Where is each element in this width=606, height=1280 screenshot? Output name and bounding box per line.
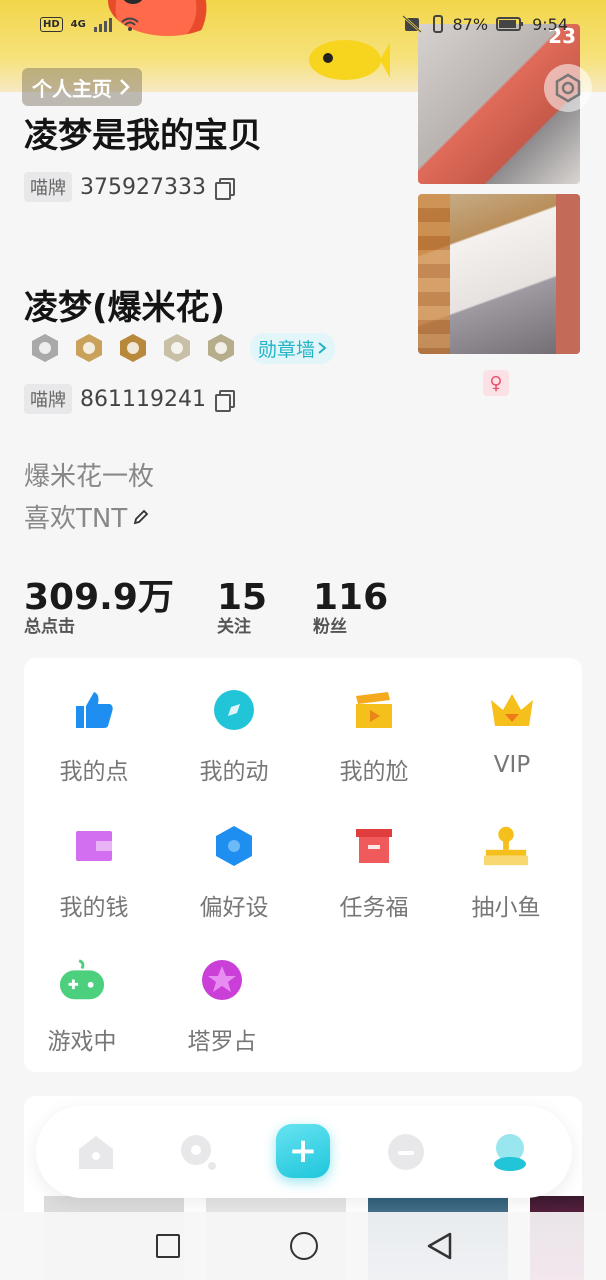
badge-icon[interactable] — [116, 332, 150, 364]
grid-label: 游戏中 — [47, 1029, 117, 1055]
grid-item-moments[interactable]: 我的动 — [164, 686, 304, 786]
home-page-label: 个人主页 — [32, 76, 112, 101]
grid-item-preferences[interactable]: 偏好设 — [164, 822, 304, 922]
gift-box-icon — [350, 822, 398, 870]
chevron-right-icon — [120, 79, 130, 95]
pencil-icon[interactable] — [131, 507, 151, 527]
grid-label: 我的点 — [59, 759, 129, 785]
badge-icon[interactable] — [160, 332, 194, 364]
feature-grid-card: 我的点 我的动 我的尬 VIP 我的钱 偏好设 任务福 抽小鱼 游戏中 塔罗占 — [24, 658, 582, 1072]
tab-discover[interactable] — [176, 1130, 220, 1174]
grid-label: 塔罗占 — [187, 1029, 257, 1055]
network-type: 4G — [70, 18, 86, 30]
vibrate-icon — [432, 15, 443, 33]
grid-item-likes[interactable]: 我的点 — [24, 686, 164, 786]
grid-label: VIP — [493, 752, 531, 778]
gamepad-icon — [58, 956, 106, 1004]
badge-icon[interactable] — [28, 332, 62, 364]
id-row: 喵牌 861119241 — [24, 384, 235, 414]
hexagon-settings-icon — [210, 822, 258, 870]
stat-following[interactable]: 15 关注 — [217, 578, 267, 638]
stat-total-clicks[interactable]: 309.9万 总点击 — [24, 578, 174, 638]
profile-tab-icon — [494, 1134, 526, 1171]
clock: 9:54 — [532, 14, 568, 34]
recent-apps-button[interactable] — [156, 1234, 180, 1258]
fish-trophy-icon — [482, 822, 530, 870]
medal-wall-button[interactable]: 勋章墙 — [250, 332, 336, 364]
grid-label: 我的尬 — [339, 759, 409, 785]
grid-label: 我的动 — [199, 759, 269, 785]
grid-label: 偏好设 — [199, 895, 269, 921]
battery-icon — [496, 17, 524, 31]
bio: 爆米花一枚 喜欢TNT — [24, 456, 154, 540]
hd-indicator: HD — [40, 16, 63, 32]
stat-fans[interactable]: 116 粉丝 — [313, 578, 388, 638]
wallet-icon — [70, 822, 118, 870]
settings-button[interactable] — [544, 64, 592, 112]
compass-icon — [210, 686, 258, 734]
tab-messages[interactable] — [384, 1130, 428, 1174]
copy-icon[interactable] — [214, 389, 235, 412]
id-number: 375927333 — [80, 174, 206, 200]
medal-wall-label: 勋章墙 — [258, 338, 316, 361]
gear-icon — [555, 73, 581, 103]
search-icon — [181, 1135, 216, 1170]
chevron-right-icon — [318, 342, 327, 354]
id-row-primary: 喵牌 375927333 — [24, 172, 235, 202]
home-page-button[interactable]: 个人主页 — [22, 68, 142, 106]
stats-row: 309.9万 总点击 15 关注 116 粉丝 — [24, 578, 584, 638]
id-label: 喵牌 — [24, 172, 72, 202]
status-bar: HD 4G 87% 9:54 — [0, 0, 606, 48]
back-button[interactable] — [426, 1232, 454, 1260]
bio-line-text: 喜欢TNT — [24, 504, 128, 534]
badge-row: 勋章墙 — [28, 332, 336, 364]
grid-item-awkward[interactable]: 我的尬 — [304, 686, 444, 786]
grid-item-gaming[interactable]: 游戏中 — [12, 956, 152, 1056]
grid-label: 我的钱 — [59, 895, 129, 921]
home-icon — [79, 1136, 113, 1169]
bio-line: 喜欢TNT — [24, 498, 154, 540]
create-button[interactable]: + — [276, 1124, 330, 1178]
grid-item-draw-fish[interactable]: 抽小鱼 — [436, 822, 576, 922]
system-navigation-bar — [0, 1212, 606, 1280]
grid-label: 任务福 — [339, 895, 409, 921]
thumbs-up-icon — [70, 686, 118, 734]
id-number: 861119241 — [80, 386, 206, 412]
signal-icon — [93, 16, 112, 32]
sim-off-icon — [401, 15, 422, 33]
crown-icon — [488, 686, 536, 734]
tarot-ball-icon — [198, 956, 246, 1004]
bio-line: 爆米花一枚 — [24, 462, 155, 492]
home-button[interactable] — [290, 1232, 318, 1260]
id-label: 喵牌 — [24, 384, 72, 414]
battery-percent: 87% — [452, 14, 489, 34]
copy-icon[interactable] — [214, 177, 235, 200]
account-name-primary: 凌梦是我的宝贝 — [24, 116, 262, 156]
grid-item-wallet[interactable]: 我的钱 — [24, 822, 164, 922]
grid-item-tarot[interactable]: 塔罗占 — [152, 956, 292, 1056]
clapperboard-icon — [350, 686, 398, 734]
grid-item-task-rewards[interactable]: 任务福 — [304, 822, 444, 922]
grid-label: 抽小鱼 — [471, 895, 541, 921]
wifi-icon — [121, 17, 139, 31]
badge-icon[interactable] — [204, 332, 238, 364]
profile-photo-2[interactable] — [418, 194, 580, 354]
tab-home[interactable] — [74, 1130, 118, 1174]
grid-item-vip[interactable]: VIP — [442, 686, 582, 778]
badge-icon[interactable] — [72, 332, 106, 364]
female-icon: ♀ — [483, 370, 509, 396]
bottom-tab-bar: + — [36, 1106, 572, 1198]
message-icon — [388, 1134, 424, 1170]
profile-name: 凌梦(爆米花) — [24, 288, 226, 328]
tab-profile[interactable] — [488, 1130, 532, 1174]
